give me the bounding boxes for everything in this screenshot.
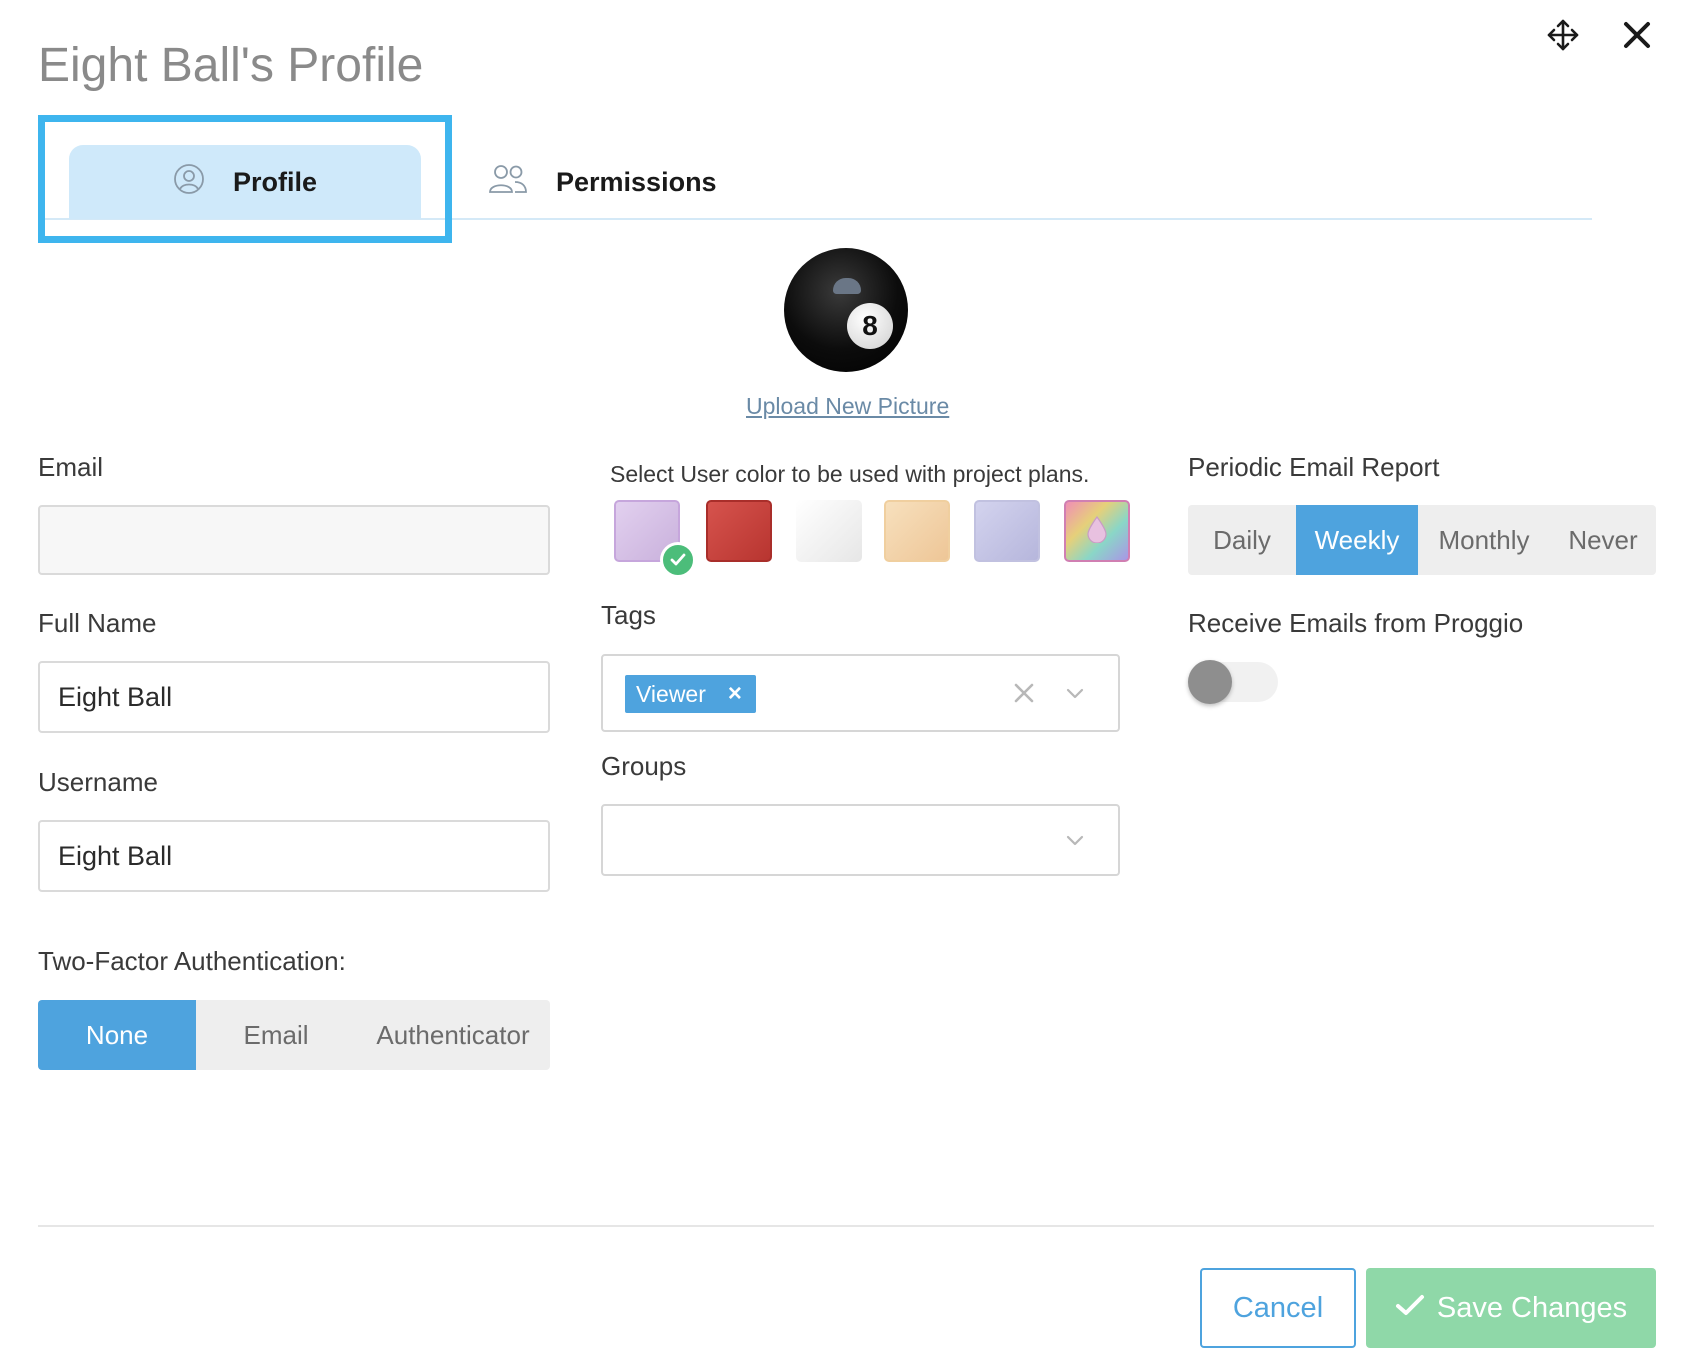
two-factor-label: Two-Factor Authentication: — [38, 946, 346, 976]
tags-select[interactable]: Viewer × — [601, 654, 1120, 732]
tab-permissions[interactable]: Permissions — [488, 145, 717, 219]
upload-picture-link[interactable]: Upload New Picture — [746, 393, 949, 420]
avatar: 8 — [784, 248, 908, 372]
tab-label: Permissions — [556, 166, 717, 197]
tag-chip-label: Viewer — [636, 680, 706, 707]
chevron-down-icon[interactable] — [1065, 686, 1085, 705]
color-swatch-white[interactable] — [796, 500, 862, 562]
window-controls — [1546, 18, 1652, 52]
check-icon — [660, 542, 696, 578]
save-changes-button[interactable]: Save Changes — [1366, 1268, 1656, 1348]
avatar-shine — [833, 278, 861, 294]
color-swatch-periwinkle[interactable] — [974, 500, 1040, 562]
two-factor-selector: None Email Authenticator — [38, 1000, 550, 1070]
dialog-title: Eight Ball's Profile — [38, 39, 424, 92]
periodic-report-label: Periodic Email Report — [1188, 452, 1440, 482]
receive-emails-label: Receive Emails from Proggio — [1188, 608, 1524, 638]
full-name-field[interactable]: Eight Ball — [38, 661, 550, 733]
save-changes-label: Save Changes — [1436, 1291, 1628, 1324]
two-factor-authenticator-option[interactable]: Authenticator — [356, 1000, 550, 1070]
username-label: Username — [38, 767, 158, 797]
tab-bar: Profile Permissions — [38, 115, 1592, 243]
groups-select[interactable] — [601, 804, 1120, 876]
receive-emails-toggle[interactable] — [1188, 660, 1278, 704]
color-swatch-custom[interactable] — [1064, 500, 1130, 562]
color-swatch-red[interactable] — [706, 500, 772, 562]
periodic-report-selector: Daily Weekly Monthly Never — [1188, 505, 1656, 575]
clear-x-icon[interactable] — [1013, 682, 1035, 709]
check-icon — [1395, 1292, 1425, 1325]
report-weekly-option[interactable]: Weekly — [1296, 505, 1418, 575]
tags-label: Tags — [601, 600, 656, 630]
email-label: Email — [38, 452, 104, 482]
tab-profile[interactable]: Profile — [69, 145, 421, 219]
two-factor-email-option[interactable]: Email — [196, 1000, 356, 1070]
report-daily-option[interactable]: Daily — [1188, 505, 1296, 575]
footer-divider — [38, 1225, 1654, 1227]
report-monthly-option[interactable]: Monthly — [1418, 505, 1550, 575]
avatar-number: 8 — [847, 303, 893, 349]
report-never-option[interactable]: Never — [1550, 505, 1656, 575]
tab-label: Profile — [232, 166, 318, 197]
color-drop-icon — [1086, 515, 1108, 548]
remove-tag-icon[interactable]: × — [728, 680, 742, 708]
cancel-button[interactable]: Cancel — [1200, 1268, 1356, 1348]
groups-label: Groups — [601, 751, 687, 781]
chevron-down-icon[interactable] — [1065, 833, 1085, 852]
user-color-hint: Select User color to be used with projec… — [610, 461, 1090, 487]
user-circle-icon — [173, 163, 205, 202]
toggle-knob — [1188, 660, 1232, 704]
color-swatch-peach[interactable] — [884, 500, 950, 562]
close-icon[interactable] — [1622, 20, 1652, 50]
users-icon — [488, 164, 528, 201]
tag-chip-viewer: Viewer × — [625, 675, 756, 713]
email-field[interactable] — [38, 505, 550, 575]
two-factor-none-option[interactable]: None — [38, 1000, 196, 1070]
username-field[interactable]: Eight Ball — [38, 820, 550, 892]
move-arrows-icon[interactable] — [1546, 18, 1580, 52]
full-name-label: Full Name — [38, 608, 157, 638]
